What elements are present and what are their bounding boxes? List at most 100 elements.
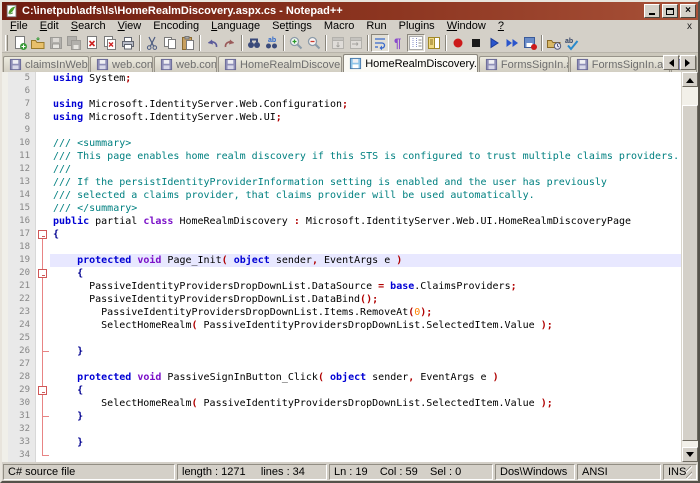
- resize-grip[interactable]: [686, 466, 692, 479]
- code-line-7[interactable]: 7using Microsoft.IdentityServer.Web.Conf…: [2, 98, 681, 111]
- code-line-33[interactable]: 33 }: [2, 436, 681, 449]
- save-all-button[interactable]: [65, 34, 83, 52]
- code-text[interactable]: [50, 124, 681, 137]
- code-line-29[interactable]: 29 {: [2, 384, 681, 397]
- code-line-24[interactable]: 24 SelectHomeRealm( PassiveIdentityProvi…: [2, 319, 681, 332]
- tab-web-config-2[interactable]: web.config: [154, 56, 217, 72]
- find-button[interactable]: [245, 34, 263, 52]
- zoom-in-button[interactable]: [287, 34, 305, 52]
- code-text[interactable]: protected void PassiveSignInButton_Click…: [50, 371, 681, 384]
- undo-button[interactable]: [203, 34, 221, 52]
- copy-button[interactable]: [161, 34, 179, 52]
- scroll-down-button[interactable]: [682, 447, 698, 462]
- mime-tools-button[interactable]: [545, 34, 563, 52]
- menu-item-encoding[interactable]: Encoding: [147, 20, 205, 33]
- macro-save-button[interactable]: [521, 34, 539, 52]
- code-text[interactable]: PassiveIdentityProvidersDropDownList.Ite…: [50, 306, 681, 319]
- code-line-16[interactable]: 16public partial class HomeRealmDiscover…: [2, 215, 681, 228]
- code-line-8[interactable]: 8using Microsoft.IdentityServer.Web.UI;: [2, 111, 681, 124]
- tab-claimsinwebo-txt-0[interactable]: claimsInWebo.txt: [3, 56, 89, 72]
- cut-button[interactable]: [143, 34, 161, 52]
- tab-scroll-right-button[interactable]: [680, 55, 696, 70]
- close-all-button[interactable]: [101, 34, 119, 52]
- code-line-18[interactable]: 18: [2, 241, 681, 254]
- doc-map-button[interactable]: [425, 34, 443, 52]
- code-text[interactable]: /// </summary>: [50, 202, 681, 215]
- code-text[interactable]: {: [50, 267, 681, 280]
- code-line-14[interactable]: 14/// selected a claims provider, that c…: [2, 189, 681, 202]
- code-text[interactable]: /// This page enables home realm discove…: [50, 150, 681, 163]
- code-line-12[interactable]: 12///: [2, 163, 681, 176]
- code-line-25[interactable]: 25: [2, 332, 681, 345]
- code-text[interactable]: [50, 358, 681, 371]
- show-all-chars-button[interactable]: ¶: [389, 34, 407, 52]
- code-text[interactable]: public partial class HomeRealmDiscovery …: [50, 215, 681, 228]
- code-line-27[interactable]: 27: [2, 358, 681, 371]
- code-line-20[interactable]: 20 {: [2, 267, 681, 280]
- macro-play-button[interactable]: [485, 34, 503, 52]
- menu-item-window[interactable]: Window: [441, 20, 492, 33]
- minimize-button[interactable]: [644, 4, 660, 18]
- code-text[interactable]: /// selected a claims provider, that cla…: [50, 189, 681, 202]
- open-folder-button[interactable]: [29, 34, 47, 52]
- code-text[interactable]: PassiveIdentityProvidersDropDownList.Dat…: [50, 280, 681, 293]
- code-text[interactable]: [50, 85, 681, 98]
- code-text[interactable]: }: [50, 345, 681, 358]
- menu-item-edit[interactable]: Edit: [34, 20, 65, 33]
- fold-toggle-icon[interactable]: [36, 384, 50, 397]
- code-line-9[interactable]: 9: [2, 124, 681, 137]
- code-text[interactable]: protected void Page_Init( object sender,…: [50, 254, 681, 267]
- menu-item-search[interactable]: Search: [65, 20, 112, 33]
- menu-item-run[interactable]: Run: [360, 20, 392, 33]
- close-file-button[interactable]: [83, 34, 101, 52]
- code-text[interactable]: SelectHomeRealm( PassiveIdentityProvider…: [50, 319, 681, 332]
- word-wrap-button[interactable]: [371, 34, 389, 52]
- toolbar-grip[interactable]: [5, 35, 8, 51]
- tab-homerealmdiscovery-aspx-cs-4[interactable]: HomeRealmDiscovery.aspx.cs: [343, 54, 478, 72]
- fold-toggle-icon[interactable]: [36, 267, 50, 280]
- code-line-26[interactable]: 26 }: [2, 345, 681, 358]
- code-line-13[interactable]: 13/// If the persistIdentityProviderInfo…: [2, 176, 681, 189]
- new-file-button[interactable]: [11, 34, 29, 52]
- menu-item-help[interactable]: ?: [492, 20, 510, 33]
- save-button[interactable]: [47, 34, 65, 52]
- code-line-28[interactable]: 28 protected void PassiveSignInButton_Cl…: [2, 371, 681, 384]
- close-button[interactable]: ×: [680, 4, 696, 18]
- code-line-11[interactable]: 11/// This page enables home realm disco…: [2, 150, 681, 163]
- tab-homerealmdiscovery-aspx-3[interactable]: HomeRealmDiscovery.aspx: [218, 56, 342, 72]
- code-text[interactable]: [50, 241, 681, 254]
- scroll-up-button[interactable]: [682, 72, 698, 87]
- tab-formssignin-aspx-5[interactable]: FormsSignIn.aspx: [479, 56, 569, 72]
- code-line-5[interactable]: 5using System;: [2, 72, 681, 85]
- code-text[interactable]: }: [50, 410, 681, 423]
- code-line-21[interactable]: 21 PassiveIdentityProvidersDropDownList.…: [2, 280, 681, 293]
- code-text[interactable]: using Microsoft.IdentityServer.Web.UI;: [50, 111, 681, 124]
- macro-run-multiple-button[interactable]: [503, 34, 521, 52]
- code-text[interactable]: [50, 423, 681, 436]
- indent-guide-button[interactable]: [407, 34, 425, 52]
- menu-item-language[interactable]: Language: [205, 20, 266, 33]
- replace-button[interactable]: ab: [263, 34, 281, 52]
- code-text[interactable]: /// <summary>: [50, 137, 681, 150]
- vertical-scrollbar[interactable]: [681, 72, 698, 462]
- sync-horizontal-button[interactable]: [347, 34, 365, 52]
- sync-vertical-button[interactable]: [329, 34, 347, 52]
- editor-area[interactable]: 5using System;67using Microsoft.Identity…: [2, 72, 698, 462]
- code-line-15[interactable]: 15/// </summary>: [2, 202, 681, 215]
- code-line-17[interactable]: 17{: [2, 228, 681, 241]
- code-text[interactable]: {: [50, 228, 681, 241]
- code-line-23[interactable]: 23 PassiveIdentityProvidersDropDownList.…: [2, 306, 681, 319]
- menu-item-settings[interactable]: Settings: [266, 20, 318, 33]
- code-text[interactable]: PassiveIdentityProvidersDropDownList.Dat…: [50, 293, 681, 306]
- macro-record-button[interactable]: [449, 34, 467, 52]
- code-lines[interactable]: 5using System;67using Microsoft.Identity…: [2, 72, 681, 462]
- code-line-19[interactable]: 19 protected void Page_Init( object send…: [2, 254, 681, 267]
- menu-item-view[interactable]: View: [112, 20, 148, 33]
- menu-close-doc-button[interactable]: x: [687, 20, 692, 33]
- tab-web-config-1[interactable]: web.config: [90, 56, 153, 72]
- code-text[interactable]: [50, 332, 681, 345]
- menu-item-file[interactable]: File: [4, 20, 34, 33]
- code-text[interactable]: ///: [50, 163, 681, 176]
- code-line-30[interactable]: 30 SelectHomeRealm( PassiveIdentityProvi…: [2, 397, 681, 410]
- code-text[interactable]: }: [50, 436, 681, 449]
